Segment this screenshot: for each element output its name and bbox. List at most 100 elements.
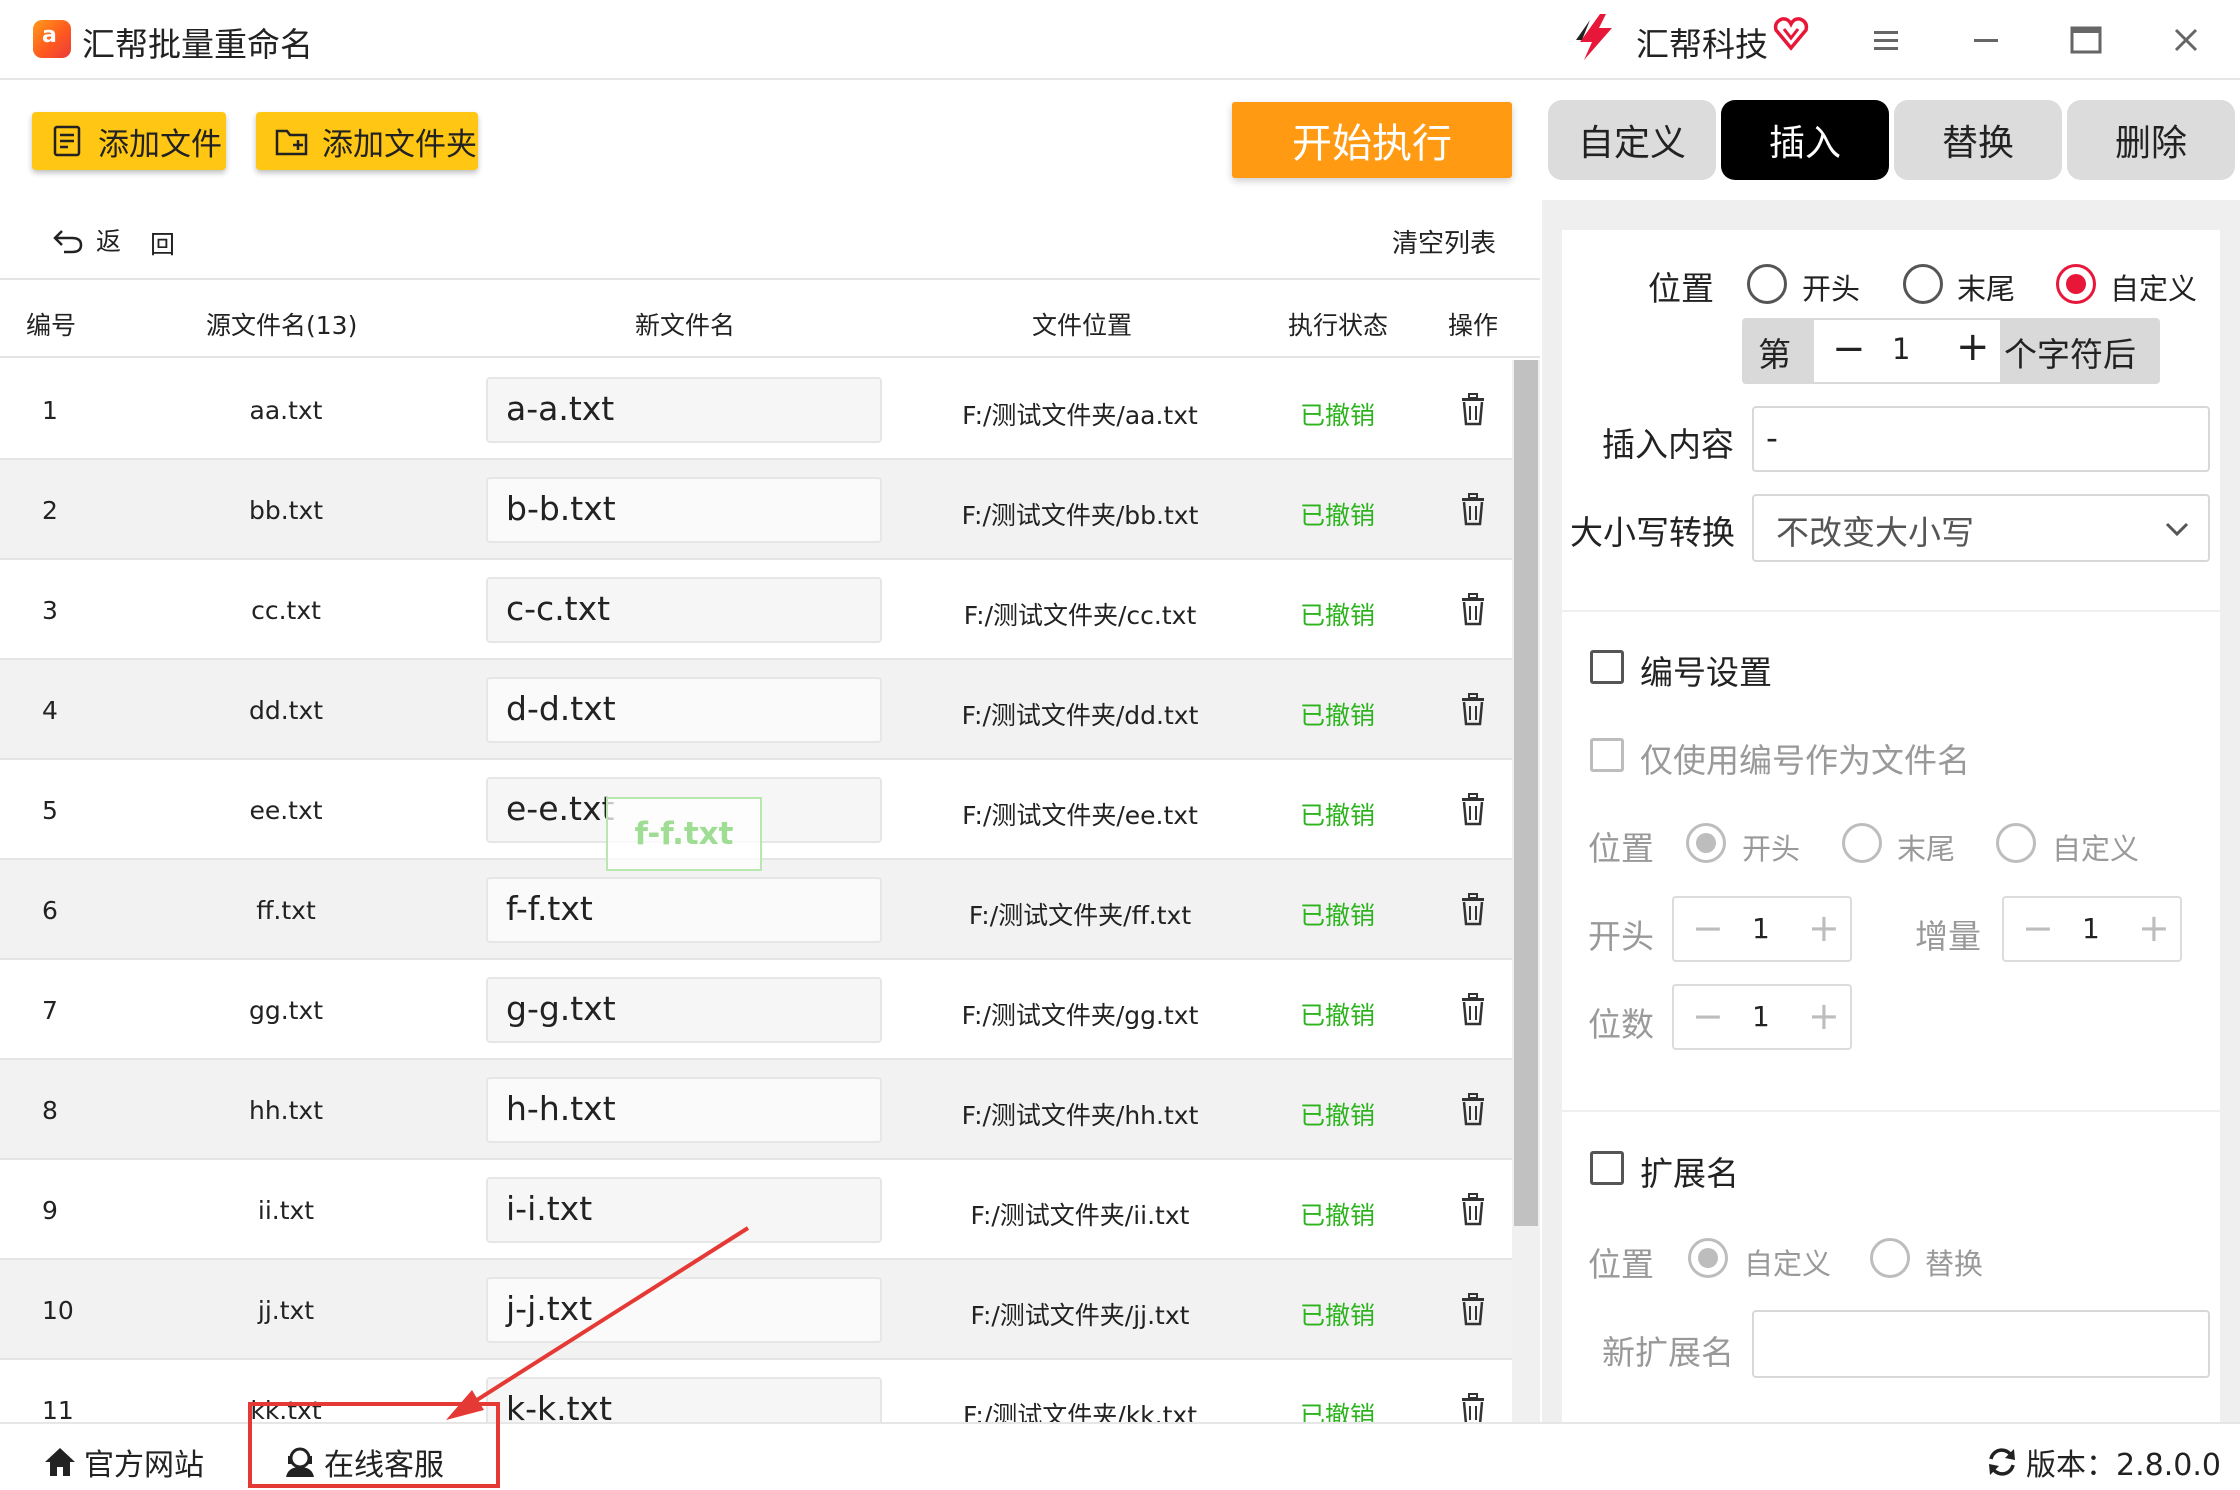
minimize-icon[interactable] <box>1960 16 2012 64</box>
close-icon[interactable] <box>2160 16 2212 64</box>
tab-custom[interactable]: 自定义 <box>1548 100 1716 180</box>
scroll-thumb[interactable] <box>1514 360 1538 1226</box>
table-row[interactable]: 4 dd.txt d-d.txt F:/测试文件夹/dd.txt 已撤销 <box>0 660 1512 760</box>
table-row[interactable]: 8 hh.txt h-h.txt F:/测试文件夹/hh.txt 已撤销 <box>0 1060 1512 1160</box>
new-name-input[interactable]: a-a.txt <box>486 377 882 443</box>
insert-content-input[interactable]: - <box>1752 406 2210 472</box>
cell-no: 9 <box>42 1196 58 1225</box>
digits-value[interactable]: 1 <box>1752 1000 1770 1033</box>
trash-icon[interactable] <box>1458 1192 1488 1226</box>
tab-delete[interactable]: 删除 <box>2067 100 2235 180</box>
new-name-input[interactable]: k-k.txt <box>486 1377 882 1422</box>
increment-button[interactable]: + <box>1808 994 1840 1038</box>
trash-icon[interactable] <box>1458 1092 1488 1126</box>
official-site-link[interactable]: 官方网站 <box>42 1440 204 1484</box>
cell-no: 3 <box>42 596 58 625</box>
increment-button[interactable]: + <box>1956 324 1990 370</box>
new-name-input[interactable]: g-g.txt <box>486 977 882 1043</box>
case-label: 大小写转换 <box>1570 513 1735 552</box>
cell-no: 6 <box>42 896 58 925</box>
trash-icon[interactable] <box>1458 592 1488 626</box>
header-operation: 操作 <box>1448 311 1499 340</box>
start-number-value[interactable]: 1 <box>1752 912 1770 945</box>
position-end-radio[interactable] <box>1903 264 1943 304</box>
only-number-checkbox[interactable] <box>1590 738 1624 772</box>
trash-icon[interactable] <box>1458 492 1488 526</box>
step-stepper[interactable]: − 1 + <box>2002 896 2182 962</box>
trash-icon[interactable] <box>1458 1392 1488 1422</box>
new-name-input[interactable]: c-c.txt <box>486 577 882 643</box>
cell-file-path: F:/测试文件夹/gg.txt <box>961 1001 1199 1030</box>
table-row[interactable]: 9 ii.txt i-i.txt F:/测试文件夹/ii.txt 已撤销 <box>0 1160 1512 1260</box>
decrement-button[interactable]: − <box>1692 906 1724 950</box>
decrement-button[interactable]: − <box>2022 906 2054 950</box>
new-name-input[interactable]: d-d.txt <box>486 677 882 743</box>
table-row[interactable]: 3 cc.txt c-c.txt F:/测试文件夹/cc.txt 已撤销 <box>0 560 1512 660</box>
position-start-radio[interactable] <box>1747 264 1787 304</box>
table-row[interactable]: 6 ff.txt f-f.txt F:/测试文件夹/ff.txt 已撤销 <box>0 860 1512 960</box>
new-name-input[interactable]: b-b.txt <box>486 477 882 543</box>
extension-checkbox[interactable] <box>1590 1151 1624 1185</box>
drag-ghost: f-f.txt <box>606 797 762 871</box>
list-scrollbar[interactable] <box>1512 360 1540 1422</box>
new-name-input[interactable]: f-f.txt <box>486 877 882 943</box>
trash-icon[interactable] <box>1458 692 1488 726</box>
header-no: 编号 <box>26 311 77 340</box>
table-row[interactable]: 1 aa.txt a-a.txt F:/测试文件夹/aa.txt 已撤销 <box>0 360 1512 460</box>
char-position-value[interactable]: 1 <box>1892 332 1910 366</box>
extension-replace-radio[interactable] <box>1870 1238 1910 1278</box>
case-select[interactable]: 不改变大小写 <box>1752 494 2210 562</box>
increment-button[interactable]: + <box>1808 906 1840 950</box>
version-info[interactable]: 版本：2.8.0.0 <box>1984 1440 2221 1484</box>
position-custom-radio[interactable] <box>2056 264 2096 304</box>
new-extension-input[interactable] <box>1752 1310 2210 1378</box>
table-row[interactable]: 7 gg.txt g-g.txt F:/测试文件夹/gg.txt 已撤销 <box>0 960 1512 1060</box>
menu-icon[interactable] <box>1860 16 1912 64</box>
trash-icon[interactable] <box>1458 1292 1488 1326</box>
add-folder-button[interactable]: 添加文件夹 <box>256 112 478 170</box>
extension-label: 扩展名 <box>1640 1154 1739 1193</box>
numbering-end-radio[interactable] <box>1842 823 1882 863</box>
trash-icon[interactable] <box>1458 392 1488 426</box>
new-name-input[interactable]: j-j.txt <box>486 1277 882 1343</box>
numbering-custom-label: 自定义 <box>2052 832 2140 866</box>
table-row[interactable]: 2 bb.txt b-b.txt F:/测试文件夹/bb.txt 已撤销 <box>0 460 1512 560</box>
maximize-icon[interactable] <box>2060 16 2112 64</box>
table-row[interactable]: 10 jj.txt j-j.txt F:/测试文件夹/jj.txt 已撤销 <box>0 1260 1512 1360</box>
cell-no: 4 <box>42 696 58 725</box>
table-row[interactable]: 11 kk.txt k-k.txt F:/测试文件夹/kk.txt 已撤销 <box>0 1360 1512 1422</box>
char-position-stepper: 第 − 1 + 个字符后 <box>1742 318 2160 384</box>
cell-file-path: F:/测试文件夹/ff.txt <box>968 901 1192 930</box>
tab-insert[interactable]: 插入 <box>1721 100 1889 180</box>
new-name-input[interactable]: h-h.txt <box>486 1077 882 1143</box>
decrement-button[interactable]: − <box>1692 994 1724 1038</box>
cell-no: 7 <box>42 996 58 1025</box>
trash-icon[interactable] <box>1458 792 1488 826</box>
trash-icon[interactable] <box>1458 892 1488 926</box>
cell-source-name: gg.txt <box>248 996 324 1025</box>
tab-replace[interactable]: 替换 <box>1894 100 2062 180</box>
vip-heart-icon[interactable] <box>1772 14 1810 52</box>
back-button[interactable]: 返 <box>52 222 121 258</box>
extension-custom-radio[interactable] <box>1688 1238 1728 1278</box>
cell-source-name: dd.txt <box>248 696 324 725</box>
file-list-icon <box>53 125 81 157</box>
start-execute-button[interactable]: 开始执行 <box>1232 102 1512 178</box>
new-name-input[interactable]: i-i.txt <box>486 1177 882 1243</box>
step-value[interactable]: 1 <box>2082 912 2100 945</box>
cell-file-path: F:/测试文件夹/kk.txt <box>962 1401 1197 1422</box>
digits-stepper[interactable]: − 1 + <box>1672 984 1852 1050</box>
start-number-stepper[interactable]: − 1 + <box>1672 896 1852 962</box>
numbering-custom-radio[interactable] <box>1996 823 2036 863</box>
decrement-button[interactable]: − <box>1832 326 1866 372</box>
undo-label[interactable]: 回 <box>150 225 175 261</box>
numbering-start-radio[interactable] <box>1686 823 1726 863</box>
add-file-button[interactable]: 添加文件 <box>32 112 226 170</box>
header-path: 文件位置 <box>1032 311 1133 340</box>
numbering-end-label: 末尾 <box>1897 832 1956 866</box>
increment-button[interactable]: + <box>2138 906 2170 950</box>
clear-list-button[interactable]: 清空列表 <box>1392 223 1496 260</box>
trash-icon[interactable] <box>1458 992 1488 1026</box>
numbering-checkbox[interactable] <box>1590 650 1624 684</box>
cell-no: 8 <box>42 1096 58 1125</box>
